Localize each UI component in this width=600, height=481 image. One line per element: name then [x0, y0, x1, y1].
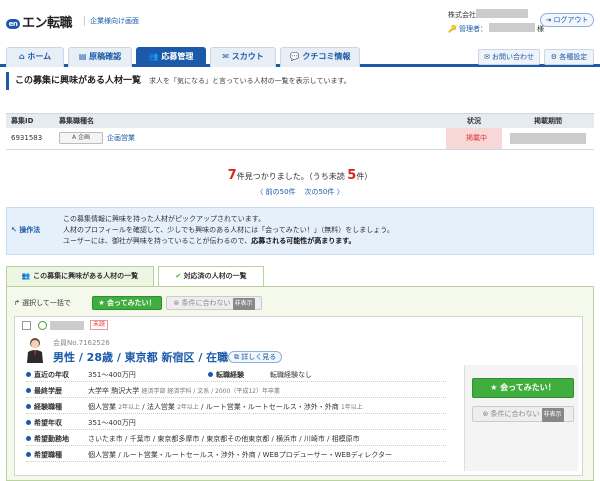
tab-document-check[interactable]: ▤ 原稿確認: [68, 47, 132, 67]
results-count: 7件見つかりました。（うち未読 5件）: [227, 168, 373, 183]
job-name-link[interactable]: 企画営業: [107, 134, 135, 142]
prev-page-link[interactable]: 〈 前の50件: [256, 188, 295, 196]
settings-button[interactable]: ⚙ 各種設定: [544, 49, 594, 65]
company-name: 株式会社: [448, 9, 528, 20]
attr-row-desired-location: 希望勤務地 さいたま市 / 千葉市 / 東京都多摩市 / 東京都その他東京都 /…: [26, 431, 446, 446]
candidate-profile: 男性 / 28歳 / 東京都 新宿区 / 在職中: [53, 351, 240, 364]
redacted-period: [510, 132, 586, 144]
page-title: この募集に興味がある人材一覧 求人を「気になる」と言っている人材の一覧を表示してい…: [6, 72, 594, 90]
mail-icon: ✉: [222, 52, 229, 61]
pagination: 〈 前の50件 次の50件 〉: [0, 187, 600, 197]
table-row: 6931583 A 企画 企画営業 掲載中: [6, 127, 594, 150]
person-avatar-icon: [27, 338, 43, 363]
job-table: 募集ID 募集職種名 状況 掲載期間 6931583 A 企画 企画営業 掲載中: [6, 113, 594, 150]
document-icon: ▤: [78, 52, 87, 61]
status-badge: 掲載中: [446, 127, 502, 150]
users-icon: 👥: [148, 52, 159, 61]
header-subtitle: 企業様向け画面: [84, 16, 139, 26]
member-number: 会員No.7162526: [53, 339, 110, 347]
attr-row-desired-income: 希望年収 351～400万円: [26, 415, 446, 430]
mail-icon: ✉: [483, 53, 490, 61]
unread-badge: 未読: [90, 320, 109, 330]
clock-icon: [38, 321, 47, 330]
attr-row-experience: 経験職種 個人営業 2年以上 / 法人営業 2年以上 / ルート営業・ルートセー…: [26, 399, 446, 414]
attr-row-education: 最終学歴 大学卒 駒沢大学 経済学部 経済学科 / 文系 / 2000（平成12…: [26, 383, 446, 398]
tab-interested-list[interactable]: 👥 この募集に興味がある人材の一覧: [6, 266, 154, 286]
tab-application-management[interactable]: 👥 応募管理: [136, 47, 206, 67]
tab-reviews[interactable]: 💬 クチコミ情報: [280, 47, 360, 67]
manager-name: 🔑 管理者：様: [448, 23, 544, 33]
view-details-button[interactable]: ⧉ 詳しく見る: [228, 351, 283, 363]
instructions-label: ↖ 操作法: [11, 226, 41, 234]
main-nav: ⌂ ホーム ▤ 原稿確認 👥 応募管理 ✉ スカウト 💬 クチコミ情報 ✉ お問…: [0, 47, 600, 67]
no-match-button[interactable]: ⊗ 条件に合わない 非表示: [472, 406, 574, 422]
bulk-no-match-button[interactable]: ⊗ 条件に合わない 非表示: [166, 296, 262, 310]
job-id: 6931583: [6, 127, 54, 150]
tab-scout[interactable]: ✉ スカウト: [210, 47, 276, 67]
tab-home[interactable]: ⌂ ホーム: [6, 47, 64, 67]
next-page-link[interactable]: 次の50件 〉: [304, 188, 343, 196]
redacted-name: [50, 321, 84, 330]
en-tenshoku-logo: en エン転職: [6, 12, 73, 31]
attr-row-desired-job: 希望職種 個人営業 / ルート営業・ルートセールス・渉外・外商 / WEBプロデ…: [26, 447, 446, 462]
select-checkbox[interactable]: [22, 321, 31, 330]
contact-button[interactable]: ✉ お問い合わせ: [478, 49, 540, 65]
users-icon: 👥: [21, 272, 31, 280]
logout-button[interactable]: ⇥ ログアウト: [540, 13, 594, 27]
home-icon: ⌂: [18, 52, 25, 61]
meet-button[interactable]: ★ 会ってみたい！: [472, 378, 574, 398]
attr-row-income: 直近の年収 351～400万円 転職経験 転職経験なし: [26, 367, 446, 382]
redacted-manager: [488, 23, 535, 32]
job-type-button[interactable]: A 企画: [59, 132, 103, 145]
check-icon: ✔: [175, 272, 182, 280]
bulk-label: ↱ 選択して一括で: [14, 299, 71, 307]
tab-handled-list[interactable]: ✔ 対応済の人材の一覧: [158, 266, 264, 286]
instructions-box: ↖ 操作法 この募集情報に興味を持った人材がピックアップされています。 人材のプ…: [6, 207, 594, 255]
gear-icon: ⚙: [550, 53, 558, 61]
redacted-company: [476, 9, 528, 18]
chat-icon: 💬: [289, 52, 300, 61]
bulk-meet-button[interactable]: ★ 会ってみたい！: [92, 296, 162, 310]
